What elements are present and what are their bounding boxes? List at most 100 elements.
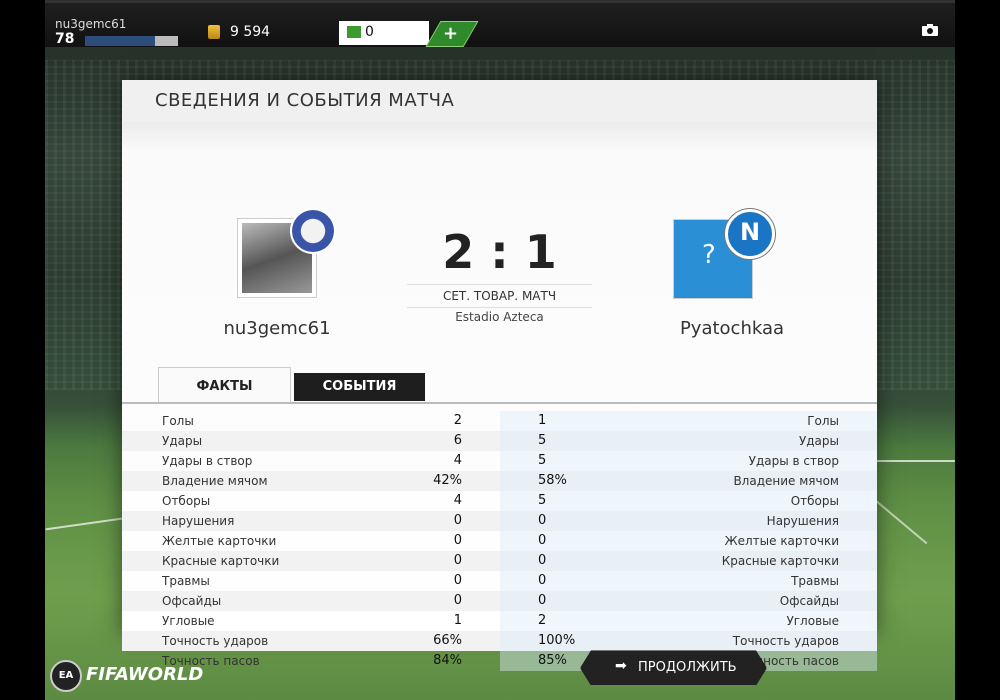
away-stat-label: Нарушения [766,514,839,528]
stat-row: Отборы 4 5 Отборы [122,491,877,511]
home-stat-label: Владение мячом [162,474,268,488]
home-stat-label: Отборы [162,494,211,508]
stadium-name: Estadio Azteca [455,310,544,324]
tab-facts[interactable]: ФАКТЫ [158,367,291,402]
continue-button[interactable]: ➡ ПРОДОЛЖИТЬ [580,650,767,686]
home-stat-value: 0 [453,533,462,548]
home-stat-label: Желтые карточки [162,534,277,548]
away-stat-value: 0 [538,573,547,588]
away-stat-label: Угловые [786,614,839,628]
away-stat-value: 5 [538,453,547,468]
home-stat-label: Точность ударов [162,634,269,648]
xp-progress-fill [85,36,155,46]
stats-table: Голы 2 1 Голы Удары 6 5 Удары Удары в створ 4 5 Уда… [122,411,877,671]
away-stat-label: Удары в створ [748,454,839,468]
away-stat-label: Офсайды [779,594,839,608]
away-stat-value: 100% [538,633,576,648]
username: nu3gemc61 [55,17,127,31]
right-edge [955,0,1000,700]
home-stat-value: 42% [433,473,462,488]
home-stat-value: 0 [453,593,462,608]
points-value: 0 [365,24,374,40]
tab-divider [122,402,877,404]
home-stat-label: Офсайды [162,594,222,608]
coin-icon [208,25,220,39]
match-score: 2 : 1 [442,225,557,279]
player-info[interactable]: nu3gemc61 78 [45,17,185,47]
home-stat-value: 4 [453,493,462,508]
home-stat-value: 6 [453,433,462,448]
away-stat-label: Красные карточки [721,554,839,568]
fifa-world-logo: EA FIFAWORLD [50,660,204,692]
home-stat-value: 4 [453,453,462,468]
home-stat-label: Нарушения [162,514,235,528]
home-stat-label: Красные карточки [162,554,280,568]
arrow-right-icon: ➡ [615,658,627,674]
home-stat-label: Удары [162,434,203,448]
panel-header: СВЕДЕНИЯ И СОБЫТИЯ МАТЧА [122,80,877,123]
player-level: 78 [55,31,75,47]
unknown-user-icon: ? [702,240,716,270]
match-type: СЕТ. ТОВАР. МАТЧ [407,284,592,308]
stat-row: Нарушения 0 0 Нарушения [122,511,877,531]
home-club-badge-icon [290,208,336,254]
away-stat-value: 0 [538,553,547,568]
away-stat-value: 0 [538,593,547,608]
home-stat-label: Травмы [162,574,210,588]
plus-icon: + [443,23,459,44]
away-stat-label: Отборы [790,494,839,508]
stat-row: Владение мячом 42% 58% Владение мячом [122,471,877,491]
stat-row: Угловые 1 2 Угловые [122,611,877,631]
coins-value: 9 594 [230,24,271,40]
stat-row: Удары 6 5 Удары [122,431,877,451]
stat-row: Офсайды 0 0 Офсайды [122,591,877,611]
away-team-name: Pyatochkaa [679,318,785,339]
away-stat-label: Владение мячом [733,474,839,488]
coins-display[interactable]: 9 594 [208,23,328,43]
match-details-panel: СВЕДЕНИЯ И СОБЫТИЯ МАТЧА nu3gemc61 2 : 1… [122,80,877,671]
home-stat-label: Голы [162,414,194,428]
away-stat-value: 5 [538,493,547,508]
stat-row: Точность ударов 66% 100% Точность ударов [122,631,877,651]
home-stat-value: 84% [433,653,462,668]
pitch-line [872,497,928,545]
away-stat-label: Желтые карточки [724,534,839,548]
panel-title: СВЕДЕНИЯ И СОБЫТИЯ МАТЧА [155,90,455,111]
camera-icon[interactable] [921,23,939,37]
away-stat-value: 1 [538,413,547,428]
away-stat-value: 2 [538,613,547,628]
ea-sports-logo-icon: EA [50,660,82,692]
left-edge [0,0,45,700]
home-stat-value: 1 [453,613,462,628]
home-stat-label: Удары в створ [162,454,253,468]
home-stat-value: 66% [433,633,462,648]
stat-row: Красные карточки 0 0 Красные карточки [122,551,877,571]
away-stat-value: 0 [538,533,547,548]
home-team-name: nu3gemc61 [223,318,331,339]
fifa-world-text: FIFAWORLD [86,664,204,685]
away-stat-value: 5 [538,433,547,448]
stat-row: Удары в створ 4 5 Удары в створ [122,451,877,471]
xp-progress-bar [85,36,178,46]
points-display[interactable]: 0 [339,21,429,45]
away-stat-label: Голы [807,414,839,428]
away-stat-label: Травмы [791,574,839,588]
stat-row: Травмы 0 0 Травмы [122,571,877,591]
away-club-badge-icon: N [725,209,775,259]
panel-body: nu3gemc61 2 : 1 СЕТ. ТОВАР. МАТЧ Estadio… [122,122,877,671]
home-stat-value: 0 [453,513,462,528]
stat-row: Голы 2 1 Голы [122,411,877,431]
away-stat-value: 58% [538,473,567,488]
stat-row: Желтые карточки 0 0 Желтые карточки [122,531,877,551]
tab-events[interactable]: СОБЫТИЯ [294,373,425,401]
away-stat-label: Удары [798,434,839,448]
home-stat-label: Угловые [162,614,215,628]
add-points-button[interactable]: + [425,21,479,47]
top-bar: nu3gemc61 78 9 594 0 + [45,0,955,47]
away-stat-value: 0 [538,513,547,528]
home-stat-value: 0 [453,573,462,588]
away-stat-label: Точность ударов [732,634,839,648]
points-icon [347,26,361,38]
continue-label: ПРОДОЛЖИТЬ [638,660,737,675]
home-stat-value: 2 [453,413,462,428]
